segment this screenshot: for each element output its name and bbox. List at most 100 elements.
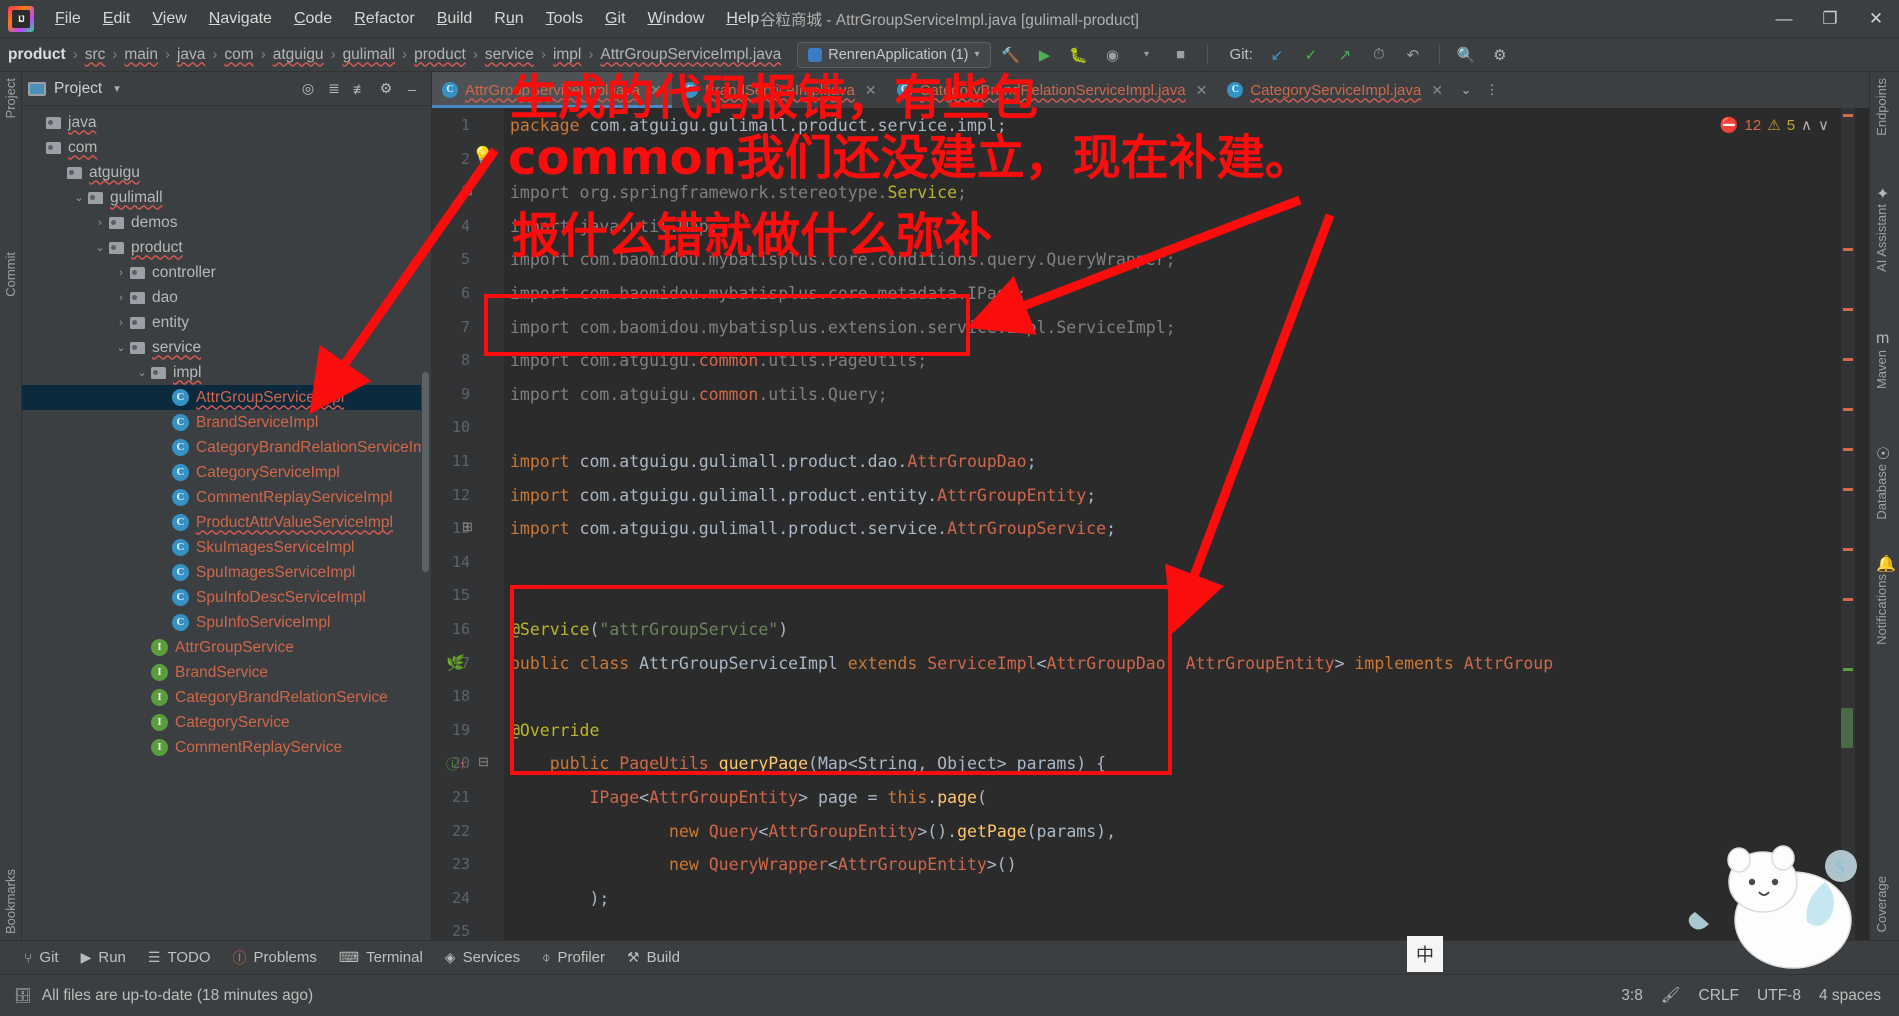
tab-overflow-chevron-icon[interactable]: ⌄ [1453, 72, 1479, 108]
hide-panel-icon[interactable]: – [399, 76, 425, 102]
tree-item-ProductAttrValueServiceImpl[interactable]: C ProductAttrValueServiceImpl [22, 510, 421, 535]
next-problem-icon[interactable]: ∨ [1818, 116, 1829, 134]
breadcrumb-item-java[interactable]: java [175, 46, 207, 64]
code-line[interactable]: @Service("attrGroupService") [510, 620, 788, 639]
run-config-selector[interactable]: RenrenApplication (1) ▾ [797, 41, 991, 68]
tree-folder-gulimall[interactable]: ⌄ gulimall [22, 185, 421, 210]
breadcrumb-item-com[interactable]: com [222, 46, 255, 64]
minimize-button[interactable]: — [1761, 0, 1807, 38]
inspection-widget[interactable]: ⛔ 12 ⚠ 5 ∧ ∨ [1720, 116, 1829, 135]
breadcrumb[interactable]: product › src › main › java › com › atguigu › gulima… [6, 46, 783, 64]
navigation-toolbar[interactable]: product › src › main › java › com › atguigu › gulima… [0, 38, 1899, 72]
strip-label-project[interactable]: Project [3, 78, 18, 118]
run-configuration-area[interactable]: RenrenApplication (1) ▾ 🔨 ▶ 🐛 ◉ ▾ ■ Git:… [797, 41, 1514, 68]
scrollbar-thumb[interactable] [1841, 708, 1853, 748]
tree-item-CommentReplayServiceImpl[interactable]: C CommentReplayServiceImpl [22, 485, 421, 510]
code-line[interactable]: new Query<AttrGroupEntity>().getPage(par… [510, 822, 1116, 841]
code-line[interactable]: IPage<AttrGroupEntity> page = this.page( [510, 788, 986, 807]
tree-item-CategoryService[interactable]: I CategoryService [22, 710, 421, 735]
tree-folder-java[interactable]: java [22, 110, 421, 135]
database-icon[interactable]: ☉ [1876, 444, 1890, 464]
editor-tab-bar[interactable]: C AttrGroupServiceImpl.java ✕ C BrandService… [432, 72, 1869, 108]
error-stripe[interactable] [1841, 108, 1855, 944]
read-only-toggle-icon[interactable]: 🖌 [1661, 986, 1681, 1005]
code-line[interactable]: import org.springframework.stereotype.Se… [510, 183, 967, 202]
menu-help[interactable]: Help [715, 6, 770, 32]
profiler-dropdown-icon[interactable]: ▾ [1133, 42, 1161, 68]
encoding[interactable]: UTF-8 [1757, 987, 1801, 1005]
fold-collapse-icon[interactable]: ⊟ [462, 183, 473, 199]
search-icon[interactable]: 🔍 [1452, 42, 1480, 68]
chevron-down-icon[interactable]: ⌄ [91, 241, 109, 254]
breadcrumb-item-impl[interactable]: impl [551, 46, 583, 64]
tree-item-CategoryBrandRelationService[interactable]: I CategoryBrandRelationService [22, 685, 421, 710]
menu-window[interactable]: Window [636, 6, 715, 32]
menu-view[interactable]: View [141, 6, 197, 32]
tree-folder-impl[interactable]: ⌄ impl [22, 360, 421, 385]
tool-window-run[interactable]: ▶ Run [71, 946, 136, 969]
breadcrumb-item-service[interactable]: service [483, 46, 536, 64]
bottom-tool-window-bar[interactable]: ⑂ Git ▶ Run ☰ TODO Ⓘ Problems ⌨ Terminal ◈ Services… [0, 940, 1899, 974]
code-line[interactable]: public class AttrGroupServiceImpl extend… [510, 654, 1553, 673]
strip-label-notifications[interactable]: Notifications [1874, 574, 1889, 645]
tree-item-CategoryServiceImpl[interactable]: C CategoryServiceImpl [22, 460, 421, 485]
tree-folder-com[interactable]: com [22, 135, 421, 160]
strip-label-maven[interactable]: Maven [1874, 350, 1889, 389]
stripe-mark-error[interactable] [1843, 248, 1853, 251]
chevron-down-icon[interactable]: ▾ [114, 82, 120, 95]
close-button[interactable]: ✕ [1853, 0, 1899, 38]
stripe-mark-ok[interactable] [1843, 668, 1853, 671]
tree-folder-entity[interactable]: › entity [22, 310, 421, 335]
run-with-coverage-icon[interactable]: ◉ [1099, 42, 1127, 68]
spring-bean-icon[interactable]: 🌿 [446, 654, 465, 672]
strip-label-bookmarks[interactable]: Bookmarks [3, 869, 18, 934]
menu-run[interactable]: Run [483, 6, 534, 32]
tree-folder-atguigu[interactable]: atguigu [22, 160, 421, 185]
code-line[interactable]: import com.atguigu.gulimall.product.serv… [510, 519, 1116, 538]
ai-assistant-icon[interactable]: ✦ [1876, 184, 1889, 204]
prev-problem-icon[interactable]: ∧ [1801, 116, 1812, 134]
chevron-down-icon[interactable]: ⌄ [70, 191, 88, 204]
code-line[interactable]: public PageUtils queryPage(Map<String, O… [510, 754, 1106, 773]
editor-area[interactable]: C AttrGroupServiceImpl.java ✕ C BrandService… [432, 72, 1869, 944]
stop-icon[interactable]: ■ [1167, 42, 1195, 68]
code-line[interactable]: import com.atguigu.gulimall.product.enti… [510, 486, 1096, 505]
breadcrumb-item-attrgroupserviceimpl-java[interactable]: AttrGroupServiceImpl.java [598, 46, 783, 64]
implementing-method-icon[interactable]: ⓘ↑ [446, 754, 466, 773]
menu-file[interactable]: File [44, 6, 92, 32]
code-line[interactable]: import java.util.Map; [510, 217, 719, 236]
project-tool-window[interactable]: Project ▾ ◎ ≣ ≢ ⚙ – java com atguigu ⌄ gul… [22, 72, 432, 944]
tab-options-menu-icon[interactable]: ⋮ [1479, 72, 1505, 108]
run-icon[interactable]: ▶ [1031, 42, 1059, 68]
maximize-button[interactable]: ❐ [1807, 0, 1853, 38]
code-line[interactable]: import com.baomidou.mybatisplus.core.met… [510, 284, 1027, 303]
debug-icon[interactable]: 🐛 [1065, 42, 1093, 68]
breadcrumb-item-main[interactable]: main [122, 46, 160, 64]
close-tab-icon[interactable]: ✕ [650, 82, 662, 99]
project-panel-header[interactable]: Project ▾ ◎ ≣ ≢ ⚙ – [22, 72, 431, 106]
editor-tab-attrgroupserviceimpl[interactable]: C AttrGroupServiceImpl.java ✕ [432, 72, 672, 108]
code-line[interactable]: new QueryWrapper<AttrGroupEntity>() [510, 855, 1017, 874]
build-hammer-icon[interactable]: 🔨 [997, 42, 1025, 68]
stripe-mark-error[interactable] [1843, 598, 1853, 601]
ime-indicator[interactable]: 中 [1407, 936, 1443, 972]
tree-item-SpuInfoDescServiceImpl[interactable]: C SpuInfoDescServiceImpl [22, 585, 421, 610]
code-line[interactable]: package com.atguigu.gulimall.product.ser… [510, 116, 1007, 135]
menu-refactor[interactable]: Refactor [343, 6, 425, 32]
breadcrumb-item-gulimall[interactable]: gulimall [341, 46, 398, 64]
tree-item-AttrGroupServiceImpl[interactable]: C AttrGroupServiceImpl [22, 385, 421, 410]
tool-window-git[interactable]: ⑂ Git [14, 946, 69, 969]
breadcrumb-item-product[interactable]: product [6, 46, 68, 64]
stripe-mark-error[interactable] [1843, 114, 1853, 117]
left-tool-strip[interactable]: Project Commit Bookmarks [0, 72, 22, 944]
line-separator[interactable]: CRLF [1699, 987, 1739, 1005]
stripe-mark-error[interactable] [1843, 548, 1853, 551]
notifications-bell-icon[interactable]: 🔔 [1876, 554, 1896, 574]
git-update-icon[interactable]: ↙ [1263, 42, 1291, 68]
tree-folder-product[interactable]: ⌄ product [22, 235, 421, 260]
locate-icon[interactable]: ◎ [295, 76, 321, 102]
collapse-all-icon[interactable]: ≢ [347, 76, 373, 102]
code-line[interactable]: @Override [510, 721, 599, 740]
tree-item-CategoryBrandRelationServiceImpl[interactable]: C CategoryBrandRelationServiceImpl [22, 435, 421, 460]
undo-icon[interactable]: ↶ [1399, 42, 1427, 68]
